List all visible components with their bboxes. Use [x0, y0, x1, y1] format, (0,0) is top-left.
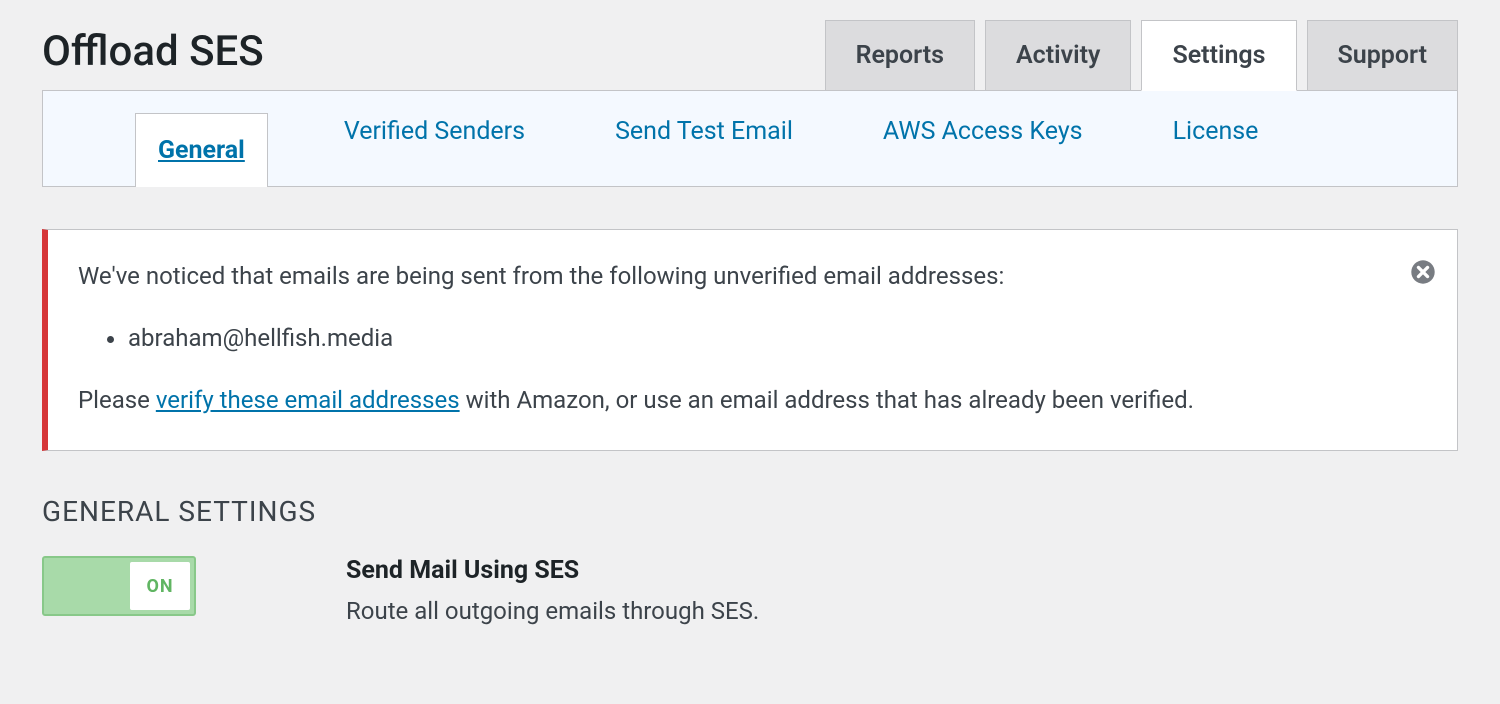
header-row: Offload SES Reports Activity Settings Su…	[42, 20, 1458, 91]
notice-email-item: abraham@hellfish.media	[128, 320, 1395, 356]
sub-nav-wrapper: General Verified Senders Send Test Email…	[42, 91, 1458, 187]
subtab-license[interactable]: License	[1159, 91, 1273, 186]
sub-nav: General Verified Senders Send Test Email…	[42, 91, 1458, 187]
setting-text: Send Mail Using SES Route all outgoing e…	[346, 556, 1458, 625]
tab-reports[interactable]: Reports	[825, 20, 975, 90]
notice-text-line1: We've noticed that emails are being sent…	[78, 258, 1395, 294]
tab-support[interactable]: Support	[1307, 20, 1459, 90]
tab-settings[interactable]: Settings	[1141, 20, 1296, 91]
close-icon	[1410, 259, 1436, 285]
notice-email-list: abraham@hellfish.media	[128, 320, 1395, 356]
page-title: Offload SES	[42, 27, 264, 90]
subtab-verified-senders[interactable]: Verified Senders	[330, 91, 539, 186]
verify-emails-link[interactable]: verify these email addresses	[156, 386, 460, 414]
setting-title-send-mail: Send Mail Using SES	[346, 556, 1458, 585]
setting-desc-send-mail: Route all outgoing emails through SES.	[346, 597, 1458, 625]
general-settings-heading: GENERAL SETTINGS	[42, 495, 1458, 528]
tab-activity[interactable]: Activity	[985, 20, 1131, 90]
settings-page-container: Offload SES Reports Activity Settings Su…	[0, 0, 1500, 665]
notice-dismiss-button[interactable]	[1409, 258, 1437, 286]
main-tabs: Reports Activity Settings Support	[825, 20, 1458, 90]
notice-line2-suffix: with Amazon, or use an email address tha…	[460, 386, 1194, 414]
toggle-knob: ON	[130, 562, 190, 610]
toggle-label: ON	[146, 576, 173, 597]
notice-text-line2: Please verify these email addresses with…	[78, 382, 1395, 418]
send-mail-toggle[interactable]: ON	[42, 556, 196, 616]
subtab-general[interactable]: General	[135, 113, 268, 187]
subtab-send-test-email[interactable]: Send Test Email	[601, 91, 807, 186]
unverified-email-notice: We've noticed that emails are being sent…	[42, 229, 1458, 451]
setting-row-send-mail: ON Send Mail Using SES Route all outgoin…	[42, 556, 1458, 625]
notice-line2-prefix: Please	[78, 386, 156, 414]
subtab-aws-access-keys[interactable]: AWS Access Keys	[869, 91, 1097, 186]
